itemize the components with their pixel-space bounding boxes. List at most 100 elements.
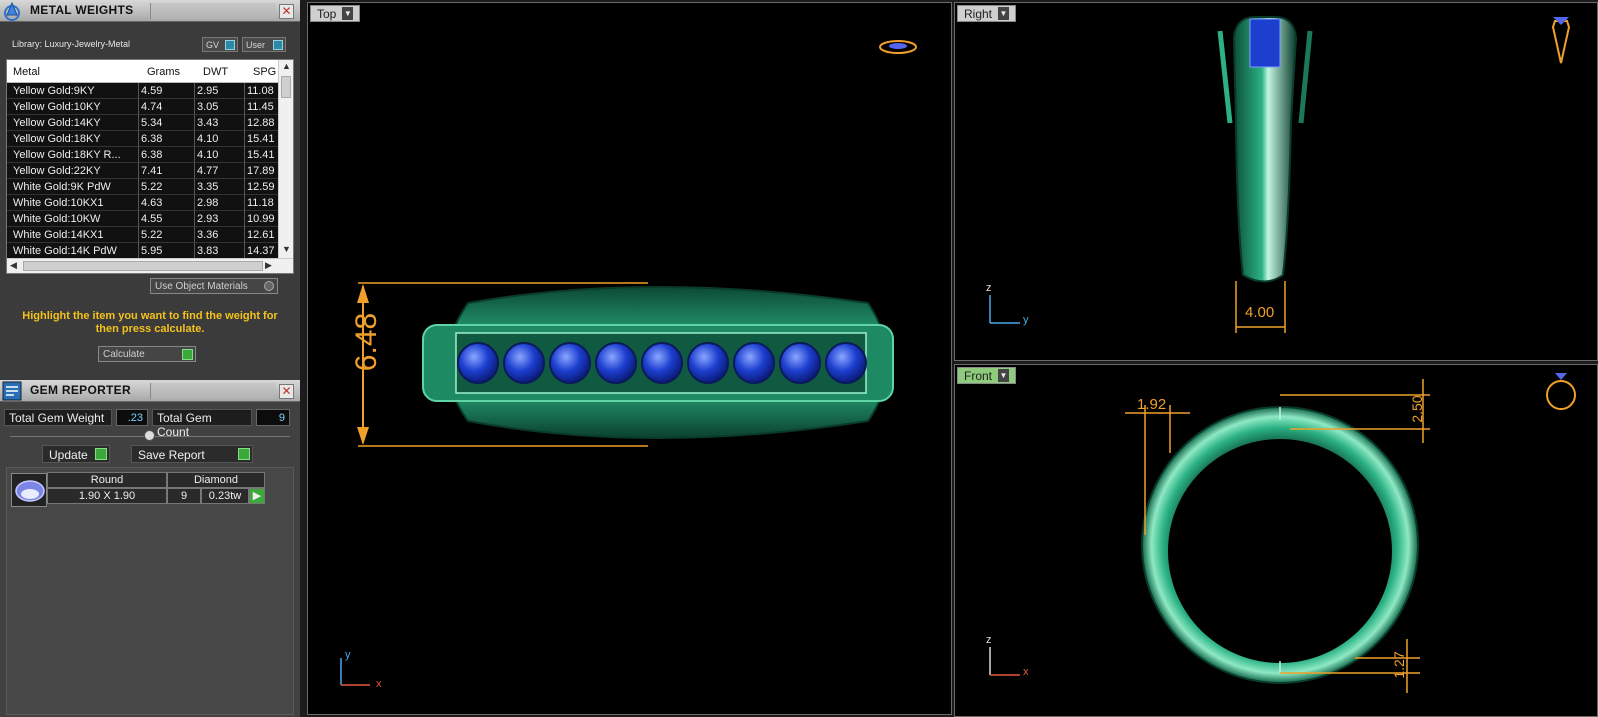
user-toggle[interactable]: User [242,37,286,52]
column-separator [138,147,139,163]
column-separator [244,211,245,227]
column-separator [194,211,195,227]
scroll-up-icon[interactable]: ▲ [282,61,291,71]
grams-cell: 5.34 [141,117,163,129]
grams-cell: 5.22 [141,229,163,241]
table-row[interactable]: White Gold:10KW 4.55 2.93 10.99 [7,211,279,227]
table-row[interactable]: Yellow Gold:18KY 6.38 4.10 15.41 [7,131,279,147]
column-separator [138,115,139,131]
dwt-cell: 3.05 [197,101,219,113]
metal-weights-close-button[interactable]: ✕ [279,4,294,19]
top-view-tab[interactable]: Top ▼ [310,5,361,22]
right-view-tab[interactable]: Right ▼ [957,5,1017,22]
column-separator [194,115,195,131]
dwt-cell: 2.93 [197,213,219,225]
metal-weights-titlebar: METAL WEIGHTS ✕ [0,0,300,22]
table-row[interactable]: Yellow Gold:10KY 4.74 3.05 11.45 [7,99,279,115]
gem-detail-play-icon[interactable]: ▶ [249,488,265,504]
gem-stone [549,342,591,384]
top-axis-y-label: y [345,649,351,661]
front-view-ring [989,373,1576,693]
grams-cell: 7.41 [141,165,163,177]
play-icon [238,448,250,460]
column-separator [244,147,245,163]
column-separator [194,243,195,259]
metal-cell: White Gold:9K PdW [13,181,111,193]
column-separator [194,163,195,179]
column-separator [138,179,139,195]
column-header-dwt[interactable]: DWT [203,66,228,78]
spg-cell: 11.45 [247,101,274,113]
spg-cell: 10.99 [247,213,275,225]
scroll-down-icon[interactable]: ▼ [282,244,291,254]
update-label: Update [49,448,88,462]
table-row[interactable]: White Gold:14KX1 5.22 3.36 12.61 [7,227,279,243]
column-header-metal[interactable]: Metal [13,66,40,78]
column-separator [244,163,245,179]
titlebar-grip[interactable] [150,3,276,19]
update-button[interactable]: Update [42,445,110,463]
gem-reporter-icon [2,381,22,401]
right-view-tab-label: Right [964,7,993,21]
top-axis-x-label: x [376,678,382,690]
spg-cell: 11.08 [247,85,274,97]
calculate-button[interactable]: Calculate [98,346,196,362]
front-view-tab-label: Front [964,369,993,383]
front-view-tab[interactable]: Front ▼ [957,367,1017,384]
dwt-cell: 4.10 [197,149,219,161]
metal-cell: Yellow Gold:14KY [13,117,101,129]
front-viewport[interactable]: 1.92 2.50 1.27 z x Front ▼ [954,364,1598,717]
gem-titlebar-grip[interactable] [150,383,276,399]
grams-cell: 4.55 [141,213,163,225]
user-switch-icon [273,40,283,50]
gem-type: Diamond [167,472,265,488]
column-separator [138,243,139,259]
metal-weights-table[interactable]: Metal Grams DWT SPG Yellow Gold:9KY 4.59 2… [6,59,294,274]
metal-cell: White Gold:14KX1 [13,229,104,241]
table-row[interactable]: White Gold:14K PdW 5.95 3.83 14.37 [7,243,279,259]
metal-cell: Yellow Gold:18KY R... [13,149,121,161]
column-separator [244,99,245,115]
save-report-button[interactable]: Save Report [131,445,253,463]
horizontal-scroll-thumb[interactable] [23,261,263,271]
column-separator [194,99,195,115]
top-viewport[interactable]: 6.48 y x Top ▼ [307,2,952,715]
column-header-grams[interactable]: Grams [147,66,180,78]
table-row[interactable]: Yellow Gold:18KY R... 6.38 4.10 15.41 [7,147,279,163]
column-separator [194,179,195,195]
table-row[interactable]: Yellow Gold:14KY 5.34 3.43 12.88 [7,115,279,131]
column-separator [194,227,195,243]
grams-cell: 5.22 [141,181,163,193]
column-separator [138,163,139,179]
table-horizontal-scrollbar[interactable]: ◀ ▶ [7,258,293,273]
metal-cell: Yellow Gold:10KY [13,101,101,113]
column-separator [138,211,139,227]
gem-reporter-close-button[interactable]: ✕ [279,384,294,399]
table-row[interactable]: White Gold:10KX1 4.63 2.98 11.18 [7,195,279,211]
report-slider-knob[interactable] [144,430,155,441]
column-separator [244,179,245,195]
spg-cell: 15.41 [247,133,275,145]
table-row[interactable]: White Gold:9K PdW 5.22 3.35 12.59 [7,179,279,195]
vertical-scroll-thumb[interactable] [281,76,291,98]
gem-thumbnail-icon[interactable] [11,473,47,507]
spg-cell: 15.41 [247,149,275,161]
right-viewport[interactable]: 4.00 z y Right ▼ [954,2,1598,361]
use-object-materials-button[interactable]: Use Object Materials [150,278,278,294]
right-view-ring [989,16,1571,333]
scroll-right-icon[interactable]: ▶ [265,260,272,271]
gv-toggle[interactable]: GV [202,37,238,52]
play-icon [182,349,193,360]
table-row[interactable]: Yellow Gold:9KY 4.59 2.95 11.08 [7,83,279,99]
table-row[interactable]: Yellow Gold:22KY 7.41 4.77 17.89 [7,163,279,179]
gem-stone [641,342,683,384]
scroll-left-icon[interactable]: ◀ [10,260,17,271]
table-vertical-scrollbar[interactable]: ▲ ▼ [278,60,293,260]
gem-reporter-title: GEM REPORTER [30,383,131,397]
front-dimension-bottom-label: 1.27 [1391,651,1407,679]
column-separator [244,83,245,99]
gem-size: 1.90 X 1.90 [47,488,167,504]
column-header-spg[interactable]: SPG [253,66,276,78]
column-separator [244,243,245,259]
calculate-label: Calculate [103,349,145,360]
